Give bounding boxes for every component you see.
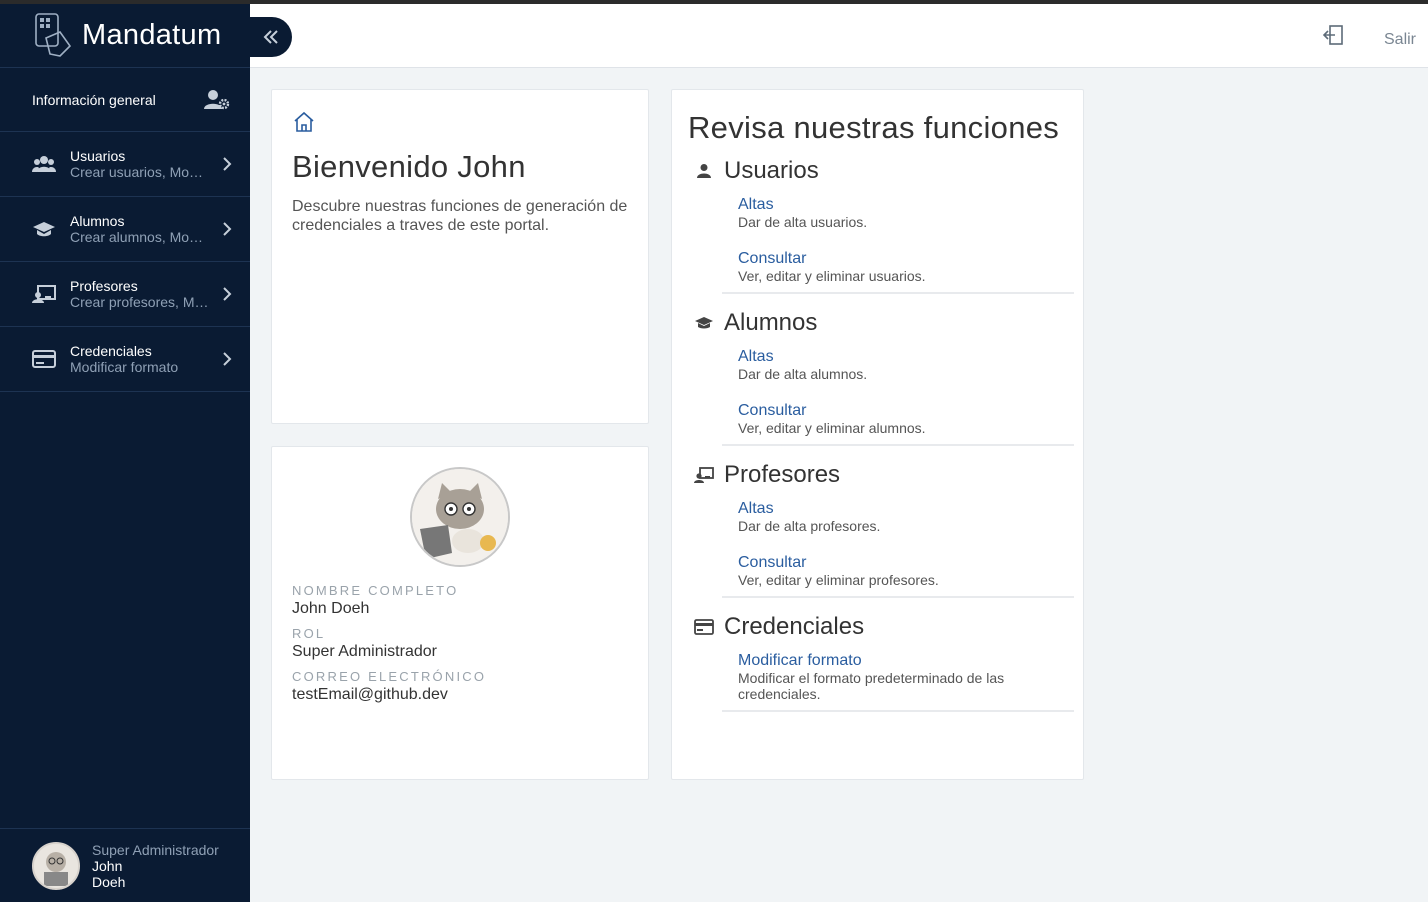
link-description: Dar de alta usuarios. — [738, 214, 868, 230]
section-title: Credenciales — [724, 613, 865, 640]
usuarios-altas-link[interactable]: Altas — [738, 196, 1074, 214]
role-label: Rol — [292, 626, 326, 641]
chevron-right-icon — [223, 157, 232, 171]
section-profesores: Profesores Altas Dar de alta profesores.… — [688, 458, 1074, 598]
sidebar-item-usuarios[interactable]: Usuarios Crear usuarios, Modificar usuar… — [0, 132, 250, 197]
user-role: Super Administrador — [92, 841, 219, 858]
graduation-cap-icon — [694, 313, 714, 333]
chevron-right-icon — [223, 222, 232, 236]
section-credenciales: Credenciales Modificar formato Modificar… — [688, 610, 1074, 712]
section-title: Profesores — [724, 461, 841, 488]
section-usuarios: Usuarios Altas Dar de alta usuarios. Con… — [688, 154, 1074, 294]
alumnos-altas-link[interactable]: Altas — [738, 348, 1074, 366]
user-last-name: Doeh — [92, 873, 126, 890]
user-first-name: John — [92, 857, 123, 874]
welcome-card: Bienvenido John Descubre nuestras funcio… — [271, 89, 649, 424]
name-value: John Doeh — [292, 600, 370, 617]
alumnos-consultar-link[interactable]: Consultar — [738, 402, 1074, 420]
window-top-border — [0, 0, 1428, 4]
chevron-right-icon — [223, 352, 232, 366]
welcome-text: Descubre nuestras funciones de generació… — [292, 198, 628, 234]
logout-button[interactable]: Salir — [1384, 31, 1416, 49]
features-card: Revisa nuestras funciones Usuarios Altas… — [671, 89, 1084, 780]
credit-card-icon — [32, 347, 56, 371]
email-value: testEmail@github.dev — [292, 686, 448, 703]
section-title: Alumnos — [724, 309, 818, 336]
users-icon — [32, 152, 56, 176]
home-icon[interactable] — [292, 110, 316, 134]
app-name: Mandatum — [82, 19, 222, 51]
sidebar-item-title: Usuarios — [70, 148, 126, 164]
user-icon — [694, 161, 714, 181]
sidebar-item-title: Alumnos — [70, 213, 125, 229]
modificar-formato-link[interactable]: Modificar formato — [738, 652, 1074, 670]
sidebar: Mandatum Información general Usuarios Cr… — [0, 4, 250, 902]
email-label: Correo electrónico — [292, 669, 487, 684]
link-description: Dar de alta alumnos. — [738, 366, 868, 382]
profile-avatar — [410, 467, 510, 567]
profesores-consultar-link[interactable]: Consultar — [738, 554, 1074, 572]
sidebar-item-subtitle: Crear profesores, Modificar profesores — [70, 294, 210, 310]
sidebar-item-title: Credenciales — [70, 343, 152, 359]
teacher-icon — [694, 465, 714, 485]
teacher-icon — [32, 282, 56, 306]
profesores-altas-link[interactable]: Altas — [738, 500, 1074, 518]
sidebar-item-title: Profesores — [70, 278, 138, 294]
link-description: Modificar el formato predeterminado de l… — [738, 670, 1005, 702]
section-alumnos: Alumnos Altas Dar de alta alumnos. Consu… — [688, 306, 1074, 446]
link-description: Dar de alta profesores. — [738, 518, 881, 534]
sidebar-item-subtitle: Crear usuarios, Modificar usuarios — [70, 164, 210, 180]
chevron-right-icon — [223, 287, 232, 301]
welcome-title: Bienvenido John — [292, 149, 526, 184]
top-header: Salir — [250, 4, 1428, 68]
brand[interactable]: Mandatum — [0, 4, 250, 68]
graduation-cap-icon — [32, 217, 56, 241]
avatar — [32, 841, 80, 890]
name-label: Nombre completo — [292, 583, 459, 598]
sidebar-item-label: Información general — [32, 91, 156, 108]
logo-icon — [35, 12, 72, 57]
role-value: Super Administrador — [292, 643, 437, 660]
sidebar-item-alumnos[interactable]: Alumnos Crear alumnos, Modificar alumnos — [0, 197, 250, 262]
sidebar-item-subtitle: Modificar formato — [70, 359, 179, 375]
link-description: Ver, editar y eliminar alumnos. — [738, 420, 926, 436]
sidebar-item-subtitle: Crear alumnos, Modificar alumnos — [70, 229, 210, 245]
user-settings-icon — [204, 89, 230, 109]
profile-card: Nombre completo John Doeh Rol Super Admi… — [271, 446, 649, 780]
sidebar-user[interactable]: Super Administrador John Doeh — [0, 828, 250, 902]
credit-card-icon — [694, 617, 714, 637]
link-description: Ver, editar y eliminar usuarios. — [738, 268, 926, 284]
collapse-sidebar-button[interactable] — [250, 17, 292, 57]
sidebar-item-general[interactable]: Información general — [0, 68, 250, 132]
sidebar-item-profesores[interactable]: Profesores Crear profesores, Modificar p… — [0, 262, 250, 327]
double-chevron-left-icon — [263, 30, 278, 44]
logout-icon[interactable] — [1322, 24, 1344, 46]
sidebar-item-credenciales[interactable]: Credenciales Modificar formato — [0, 327, 250, 392]
usuarios-consultar-link[interactable]: Consultar — [738, 250, 1074, 268]
features-title: Revisa nuestras funciones — [688, 110, 1060, 145]
link-description: Ver, editar y eliminar profesores. — [738, 572, 939, 588]
section-title: Usuarios — [724, 157, 819, 184]
